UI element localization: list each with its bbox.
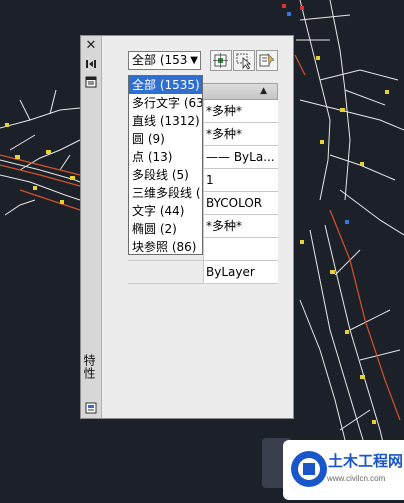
property-value[interactable]: —— ByLa... [206, 146, 278, 168]
property-value[interactable]: 1 [206, 169, 278, 191]
object-type-select[interactable]: 全部 (153 ▼ [128, 51, 201, 70]
object-type-dropdown-list: 全部 (1535) 多行文字 (63) 直线 (1312) 圆 (9) 点 (1… [128, 75, 203, 255]
dropdown-option[interactable]: 多行文字 (63) [129, 94, 202, 112]
dropdown-option[interactable]: 全部 (1535) [129, 76, 202, 94]
palette-title: 特性 [82, 354, 96, 380]
collapse-triangle-icon[interactable]: ▲ [260, 86, 267, 96]
dropdown-option[interactable]: 椭圆 (2) [129, 220, 202, 238]
object-type-select-value: 全部 (153 [132, 53, 188, 67]
palette-titlebar[interactable]: ✕ 特性 [81, 36, 102, 418]
palette-properties-icon[interactable] [85, 76, 97, 88]
site-watermark: 土木工程网 www.civilcn.com [283, 440, 404, 500]
property-value[interactable] [206, 238, 278, 260]
dropdown-option[interactable]: 直线 (1312) [129, 112, 202, 130]
quick-select-icon [213, 53, 228, 68]
watermark-url: www.civilcn.com [327, 474, 386, 483]
drawing-red-markers [282, 4, 304, 10]
chevron-down-icon[interactable]: ▼ [190, 52, 198, 69]
pickadd-toggle-icon [259, 53, 275, 67]
site-logo-icon [291, 451, 327, 487]
property-value[interactable]: *多种* [206, 123, 278, 145]
property-value[interactable]: ByLayer [206, 261, 278, 283]
dropdown-option[interactable]: 文字 (44) [129, 202, 202, 220]
auto-hide-icon[interactable] [85, 58, 97, 70]
property-value[interactable]: *多种* [206, 100, 278, 122]
dropdown-option[interactable]: 点 (13) [129, 148, 202, 166]
drawing-blue-markers [287, 12, 349, 224]
property-value[interactable]: BYCOLOR [206, 192, 278, 214]
quick-select-button[interactable] [210, 50, 232, 71]
property-row[interactable]: ByLayer [128, 261, 278, 284]
select-objects-icon [236, 53, 252, 70]
watermark-brand: 土木工程网 [328, 453, 404, 470]
property-value[interactable]: *多种* [206, 215, 278, 237]
pickadd-toggle-button[interactable] [256, 50, 278, 71]
dropdown-option[interactable]: 三维多段线 ( [129, 184, 202, 202]
close-icon[interactable]: ✕ [85, 39, 97, 52]
dropdown-option[interactable]: 圆 (9) [129, 130, 202, 148]
select-objects-button[interactable] [233, 50, 255, 71]
dropdown-option[interactable]: 块参照 (86) [129, 238, 202, 254]
dropdown-option[interactable]: 多段线 (5) [129, 166, 202, 184]
palette-menu-icon[interactable] [85, 402, 97, 414]
